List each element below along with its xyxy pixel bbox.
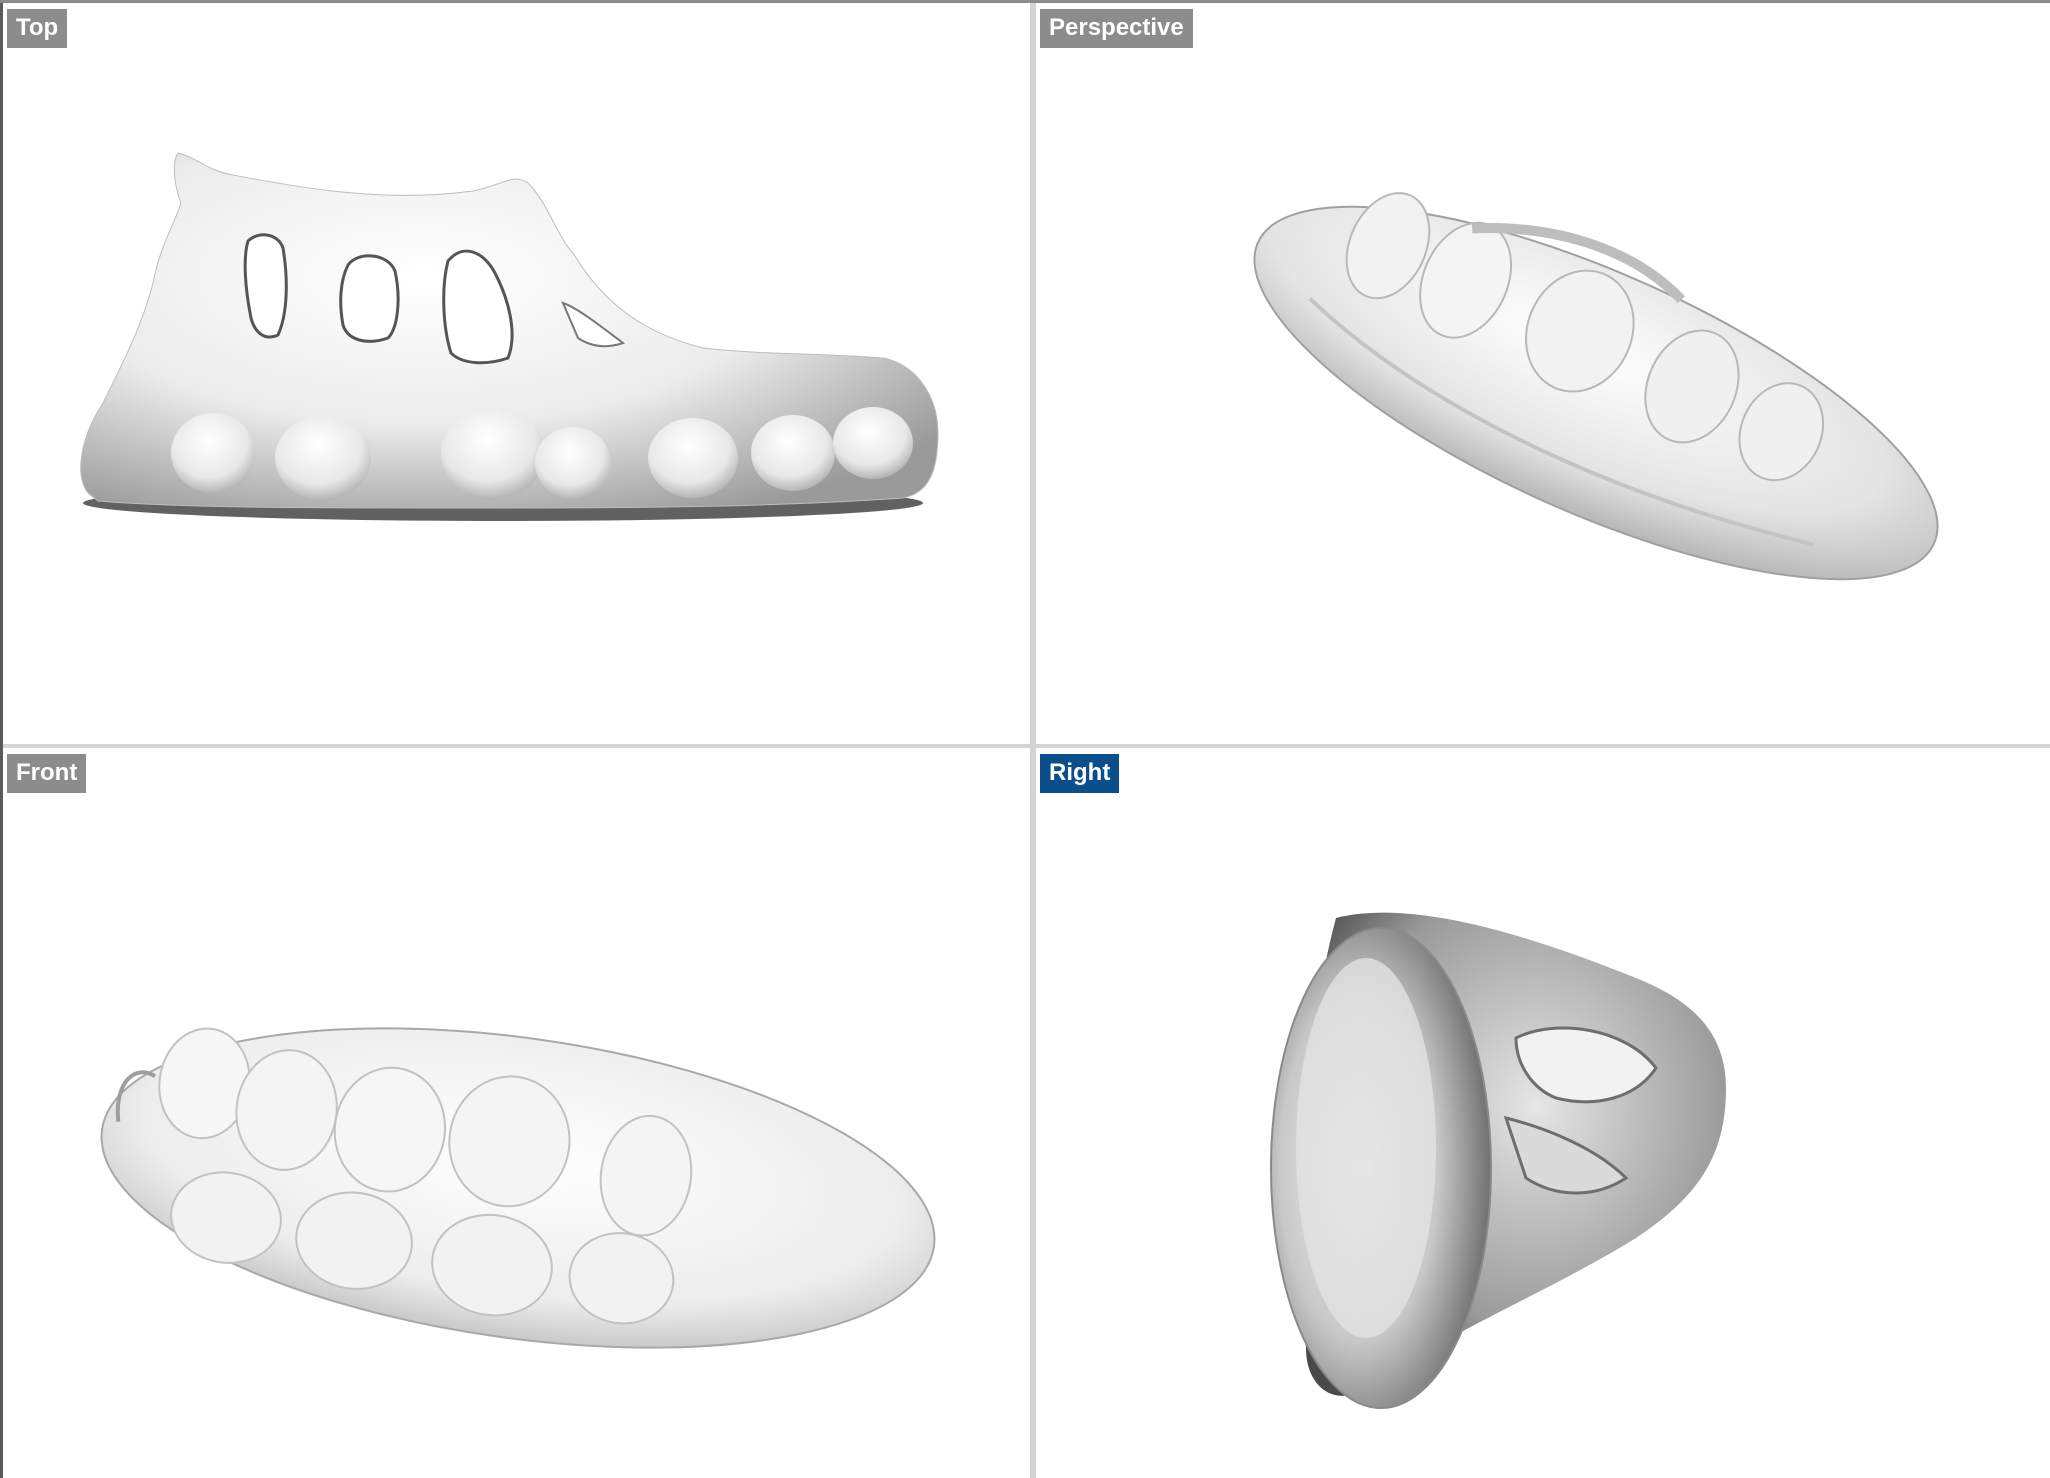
model-shoe-perspective-view (1253, 192, 1939, 581)
viewport-front[interactable]: Front (3, 748, 1030, 1478)
viewport-perspective[interactable]: Perspective (1036, 3, 2050, 744)
window-left-border (0, 0, 3, 1478)
viewport-grid: Top Perspective Front Right (0, 0, 2050, 1478)
viewport-label-perspective[interactable]: Perspective (1040, 9, 1193, 48)
viewport-label-front[interactable]: Front (7, 754, 87, 793)
viewport-top[interactable]: Top (3, 3, 1030, 744)
model-shoe-bottom-view (100, 1027, 936, 1349)
model-shoe-rear-view (1270, 912, 1726, 1409)
viewport-label-top[interactable]: Top (7, 9, 68, 48)
viewport-label-right[interactable]: Right (1040, 754, 1120, 793)
window-top-border (0, 0, 2050, 3)
model-shoe-side-view (80, 152, 939, 521)
viewport-right[interactable]: Right (1036, 748, 2050, 1478)
